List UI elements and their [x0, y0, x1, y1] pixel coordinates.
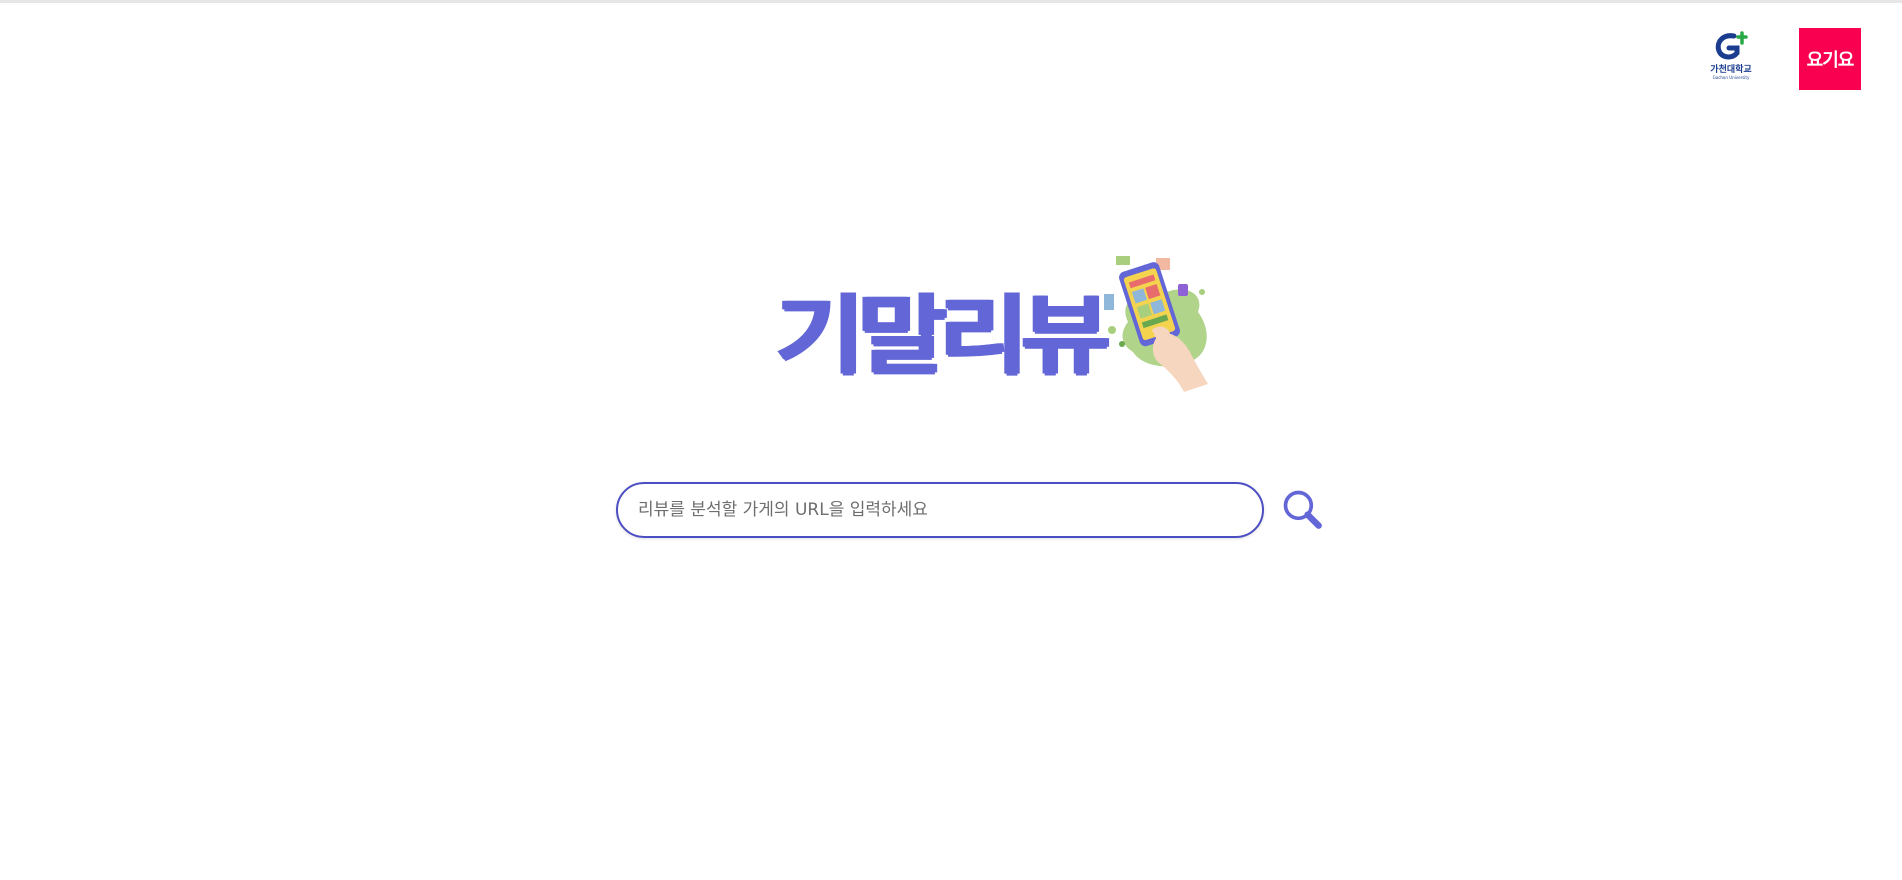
top-border	[0, 0, 1902, 3]
search-bar	[616, 482, 1328, 538]
brand-title: 기말리뷰	[776, 286, 1110, 386]
hero: 기말리뷰	[776, 252, 1218, 392]
gachon-emblem-icon	[1715, 31, 1748, 60]
gachon-university-logo: 가천대학교 Gachon University	[1709, 31, 1753, 87]
partner-logos: 가천대학교 Gachon University 요기요	[1709, 28, 1861, 90]
gachon-name-ko: 가천대학교	[1710, 65, 1752, 75]
search-button[interactable]	[1278, 485, 1328, 535]
url-search-input[interactable]	[616, 482, 1264, 538]
yogiyo-logo: 요기요	[1799, 28, 1861, 90]
search-icon	[1283, 490, 1322, 529]
gachon-name-en: Gachon University	[1712, 75, 1750, 80]
phone-in-hand-illustration	[1104, 256, 1209, 392]
